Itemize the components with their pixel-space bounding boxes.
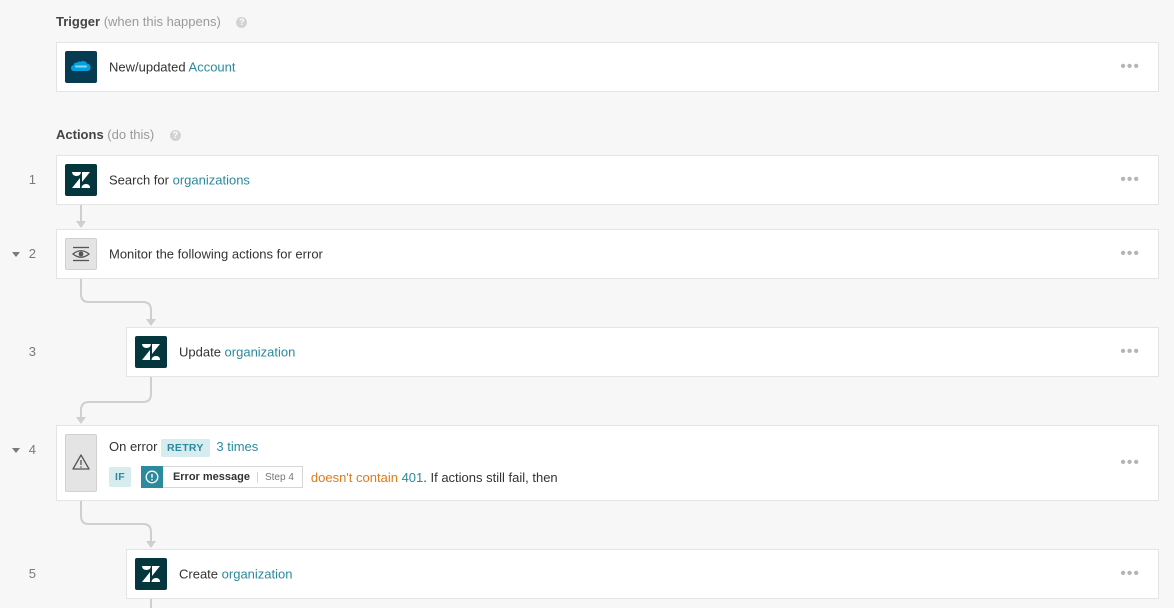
warning-icon (72, 454, 90, 470)
step-prefix: Update (179, 344, 221, 360)
step-number: 2 (28, 246, 36, 261)
condition-line: IF Error message | Step 4 doesn't contai… (109, 466, 558, 488)
on-error-line: On error RETRY 3 times (109, 439, 258, 457)
step-label: Monitor the following actions for error (109, 246, 323, 262)
trigger-prefix: New/updated (109, 59, 186, 75)
more-options-icon[interactable]: ••• (1120, 455, 1140, 471)
trigger-subtitle: (when this happens) (103, 14, 221, 29)
monitor-icon-box (65, 238, 97, 270)
condition-text: doesn't contain 401. If actions still fa… (311, 470, 558, 485)
step-card-monitor[interactable]: Monitor the following actions for error … (56, 229, 1159, 279)
step-card-on-error[interactable]: On error RETRY 3 times IF Error message … (56, 425, 1159, 501)
actions-subtitle: (do this) (107, 127, 155, 142)
more-options-icon[interactable]: ••• (1120, 566, 1140, 582)
step-prefix: Search for (109, 172, 169, 188)
on-error-label: On error (109, 439, 158, 454)
step-object-link[interactable]: organization (225, 345, 296, 360)
step-label: Search for organizations (109, 173, 250, 188)
actions-section-title: Actions (do this) ? (56, 127, 181, 142)
zendesk-icon (135, 336, 167, 368)
help-icon[interactable]: ? (236, 17, 248, 28)
zendesk-icon (65, 164, 97, 196)
more-options-icon[interactable]: ••• (1120, 246, 1140, 262)
salesforce-icon (65, 51, 97, 83)
step-card-create[interactable]: Create organization ••• (126, 549, 1159, 599)
step-object-link[interactable]: organizations (173, 173, 250, 188)
trigger-section-title: Trigger (when this happens) ? (56, 14, 248, 29)
condition-operator[interactable]: doesn't contain (311, 470, 398, 485)
step-number: 4 (28, 442, 36, 457)
condition-suffix: . If actions still fail, then (423, 469, 558, 485)
eye-icon (71, 246, 91, 262)
help-icon[interactable]: ? (169, 130, 181, 141)
pill-separator: | (256, 471, 259, 483)
retry-times-link[interactable]: 3 times (216, 439, 258, 454)
more-options-icon[interactable]: ••• (1120, 172, 1140, 188)
pill-step: Step 4 (264, 472, 294, 483)
step-number: 1 (28, 172, 36, 187)
trigger-label: New/updated Account (109, 60, 236, 75)
more-options-icon[interactable]: ••• (1120, 59, 1140, 75)
condition-value[interactable]: 401 (402, 470, 424, 485)
pill-text: Error message | Step 4 (163, 471, 302, 483)
step-object-link[interactable]: organization (222, 567, 293, 582)
zendesk-icon (135, 558, 167, 590)
step-label: Create organization (179, 567, 292, 582)
trigger-title: Trigger (56, 14, 101, 29)
trigger-object-link[interactable]: Account (189, 60, 236, 75)
error-message-pill[interactable]: Error message | Step 4 (140, 466, 303, 488)
step-card-update[interactable]: Update organization ••• (126, 327, 1159, 377)
step-number: 3 (28, 344, 36, 359)
step-card-search[interactable]: Search for organizations ••• (56, 155, 1159, 205)
step-number: 5 (28, 566, 36, 581)
more-options-icon[interactable]: ••• (1120, 344, 1140, 360)
retry-badge[interactable]: RETRY (161, 439, 210, 457)
error-icon-box (65, 434, 97, 492)
step-prefix: Create (179, 566, 219, 582)
trigger-card[interactable]: New/updated Account ••• (56, 42, 1159, 92)
alert-circle-icon (140, 466, 163, 488)
pill-label: Error message (172, 471, 250, 483)
step-label: Update organization (179, 345, 295, 360)
actions-title: Actions (56, 127, 104, 142)
if-badge: IF (109, 467, 131, 487)
